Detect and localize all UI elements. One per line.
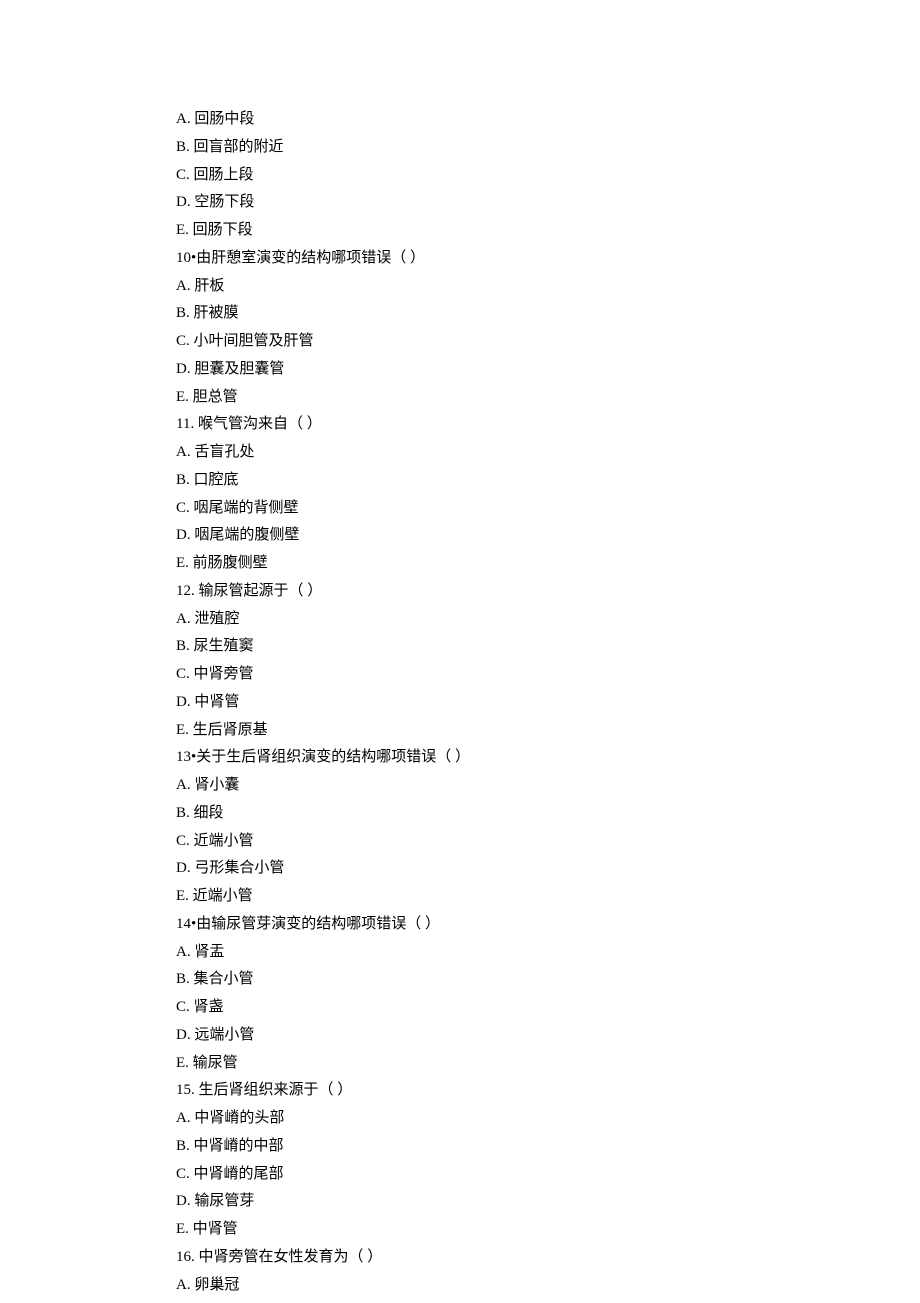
text-line: 13•关于生后肾组织演变的结构哪项错误（ ） xyxy=(176,744,920,772)
text-line: 16. 中肾旁管在女性发育为（ ） xyxy=(176,1244,920,1272)
text-line: A. 舌盲孔处 xyxy=(176,439,920,467)
text-line: C. 肾盏 xyxy=(176,994,920,1022)
text-line: D. 输尿管芽 xyxy=(176,1188,920,1216)
text-line: A. 肾盂 xyxy=(176,939,920,967)
text-line: A. 回肠中段 xyxy=(176,106,920,134)
text-line: B. 集合小管 xyxy=(176,966,920,994)
text-line: E. 回肠下段 xyxy=(176,217,920,245)
text-line: B. 尿生殖窦 xyxy=(176,633,920,661)
text-line: C. 咽尾端的背侧壁 xyxy=(176,495,920,523)
text-line: D. 咽尾端的腹侧壁 xyxy=(176,522,920,550)
text-line: B. 中肾嵴的中部 xyxy=(176,1133,920,1161)
text-line: 15. 生后肾组织来源于（ ） xyxy=(176,1077,920,1105)
text-line: A. 肝板 xyxy=(176,273,920,301)
text-line: C. 小叶间胆管及肝管 xyxy=(176,328,920,356)
text-line: D. 弓形集合小管 xyxy=(176,855,920,883)
text-line: A. 泄殖腔 xyxy=(176,606,920,634)
text-line: 11. 喉气管沟来自（ ） xyxy=(176,411,920,439)
text-line: A. 卵巢冠 xyxy=(176,1272,920,1300)
text-line: D. 远端小管 xyxy=(176,1022,920,1050)
text-line: 14•由输尿管芽演变的结构哪项错误（ ） xyxy=(176,911,920,939)
text-line: E. 生后肾原基 xyxy=(176,717,920,745)
text-line: E. 前肠腹侧壁 xyxy=(176,550,920,578)
text-line: B. 口腔底 xyxy=(176,467,920,495)
text-line: E. 近端小管 xyxy=(176,883,920,911)
text-line: E. 胆总管 xyxy=(176,384,920,412)
text-line: D. 胆囊及胆囊管 xyxy=(176,356,920,384)
text-line: C. 近端小管 xyxy=(176,828,920,856)
text-line: C. 中肾嵴的尾部 xyxy=(176,1161,920,1189)
text-line: 10•由肝憩室演变的结构哪项错误（ ） xyxy=(176,245,920,273)
text-line: A. 肾小囊 xyxy=(176,772,920,800)
text-line: 12. 输尿管起源于（ ） xyxy=(176,578,920,606)
text-line: B. 肝被膜 xyxy=(176,300,920,328)
text-line: B. 细段 xyxy=(176,800,920,828)
text-line: C. 中肾旁管 xyxy=(176,661,920,689)
text-line: E. 中肾管 xyxy=(176,1216,920,1244)
text-line: A. 中肾嵴的头部 xyxy=(176,1105,920,1133)
text-line: E. 输尿管 xyxy=(176,1050,920,1078)
text-line: D. 空肠下段 xyxy=(176,189,920,217)
text-line: B. 回盲部的附近 xyxy=(176,134,920,162)
text-line: D. 中肾管 xyxy=(176,689,920,717)
text-line: C. 回肠上段 xyxy=(176,162,920,190)
